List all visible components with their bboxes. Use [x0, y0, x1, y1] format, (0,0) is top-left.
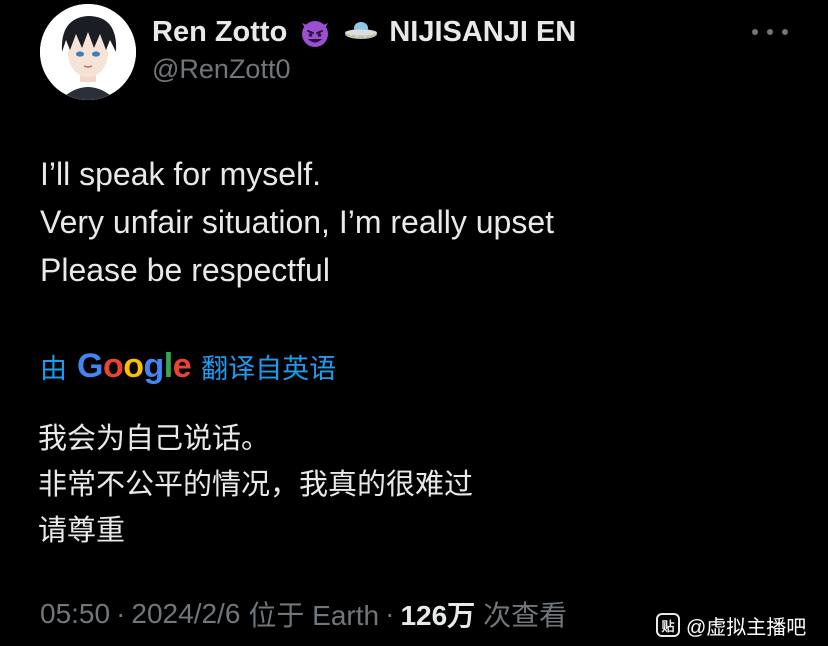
tweet-text-line: Very unfair situation, I’m really upset [40, 204, 555, 240]
more-options-icon-dot [782, 29, 788, 35]
views-label: 次查看 [483, 600, 568, 631]
translation-prefix: 由 [40, 353, 67, 384]
tweet-text: I’ll speak for myself. Very unfair situa… [40, 150, 554, 294]
watermark: 贴 @虚拟主播吧 [656, 608, 806, 642]
tweet-meta: 05:50 · 2024/2/6 位于 Earth · 126万 次查看 [40, 592, 567, 636]
translated-text-line: 非常不公平的情况，我真的很难过 [38, 469, 474, 501]
more-options-button[interactable] [752, 20, 788, 44]
tweet: Ren Zotto NIJISANJI EN @RenZott0 I’ll sp… [0, 0, 828, 646]
more-options-icon-dot [767, 29, 773, 35]
translated-text-line: 我会为自己说话。 [38, 423, 271, 455]
watermark-text: @虚拟主播吧 [686, 616, 807, 639]
translated-text: 我会为自己说话。 非常不公平的情况，我真的很难过 请尊重 [38, 416, 473, 554]
display-name[interactable]: Ren Zotto [152, 16, 287, 49]
avatar[interactable] [40, 4, 136, 100]
tweet-time[interactable]: 05:50 [40, 598, 110, 630]
more-options-icon [752, 29, 758, 35]
translated-text-line: 请尊重 [38, 515, 126, 547]
views-count[interactable]: 126万 [400, 594, 475, 634]
translation-attribution[interactable]: 由 Google 翻译自英语 [40, 344, 336, 388]
avatar-image [40, 4, 136, 100]
tweet-text-line: I’ll speak for myself. [40, 156, 321, 192]
tieba-logo-icon: 贴 [656, 613, 680, 637]
tweet-location: 位于 Earth [248, 600, 380, 631]
ufo-icon [343, 14, 379, 50]
name-suffix: NIJISANJI EN [389, 15, 577, 48]
translation-suffix: 翻译自英语 [201, 353, 337, 384]
meta-separator: · [385, 598, 395, 629]
meta-separator: · [116, 598, 126, 629]
google-logo: Google [77, 346, 192, 385]
tweet-text-line: Please be respectful [40, 252, 330, 288]
tweet-date[interactable]: 2024/2/6 [131, 598, 240, 630]
author-name-row[interactable]: Ren Zotto NIJISANJI EN [152, 12, 576, 52]
smiling-devil-icon [297, 14, 333, 50]
user-handle[interactable]: @RenZott0 [152, 54, 290, 85]
